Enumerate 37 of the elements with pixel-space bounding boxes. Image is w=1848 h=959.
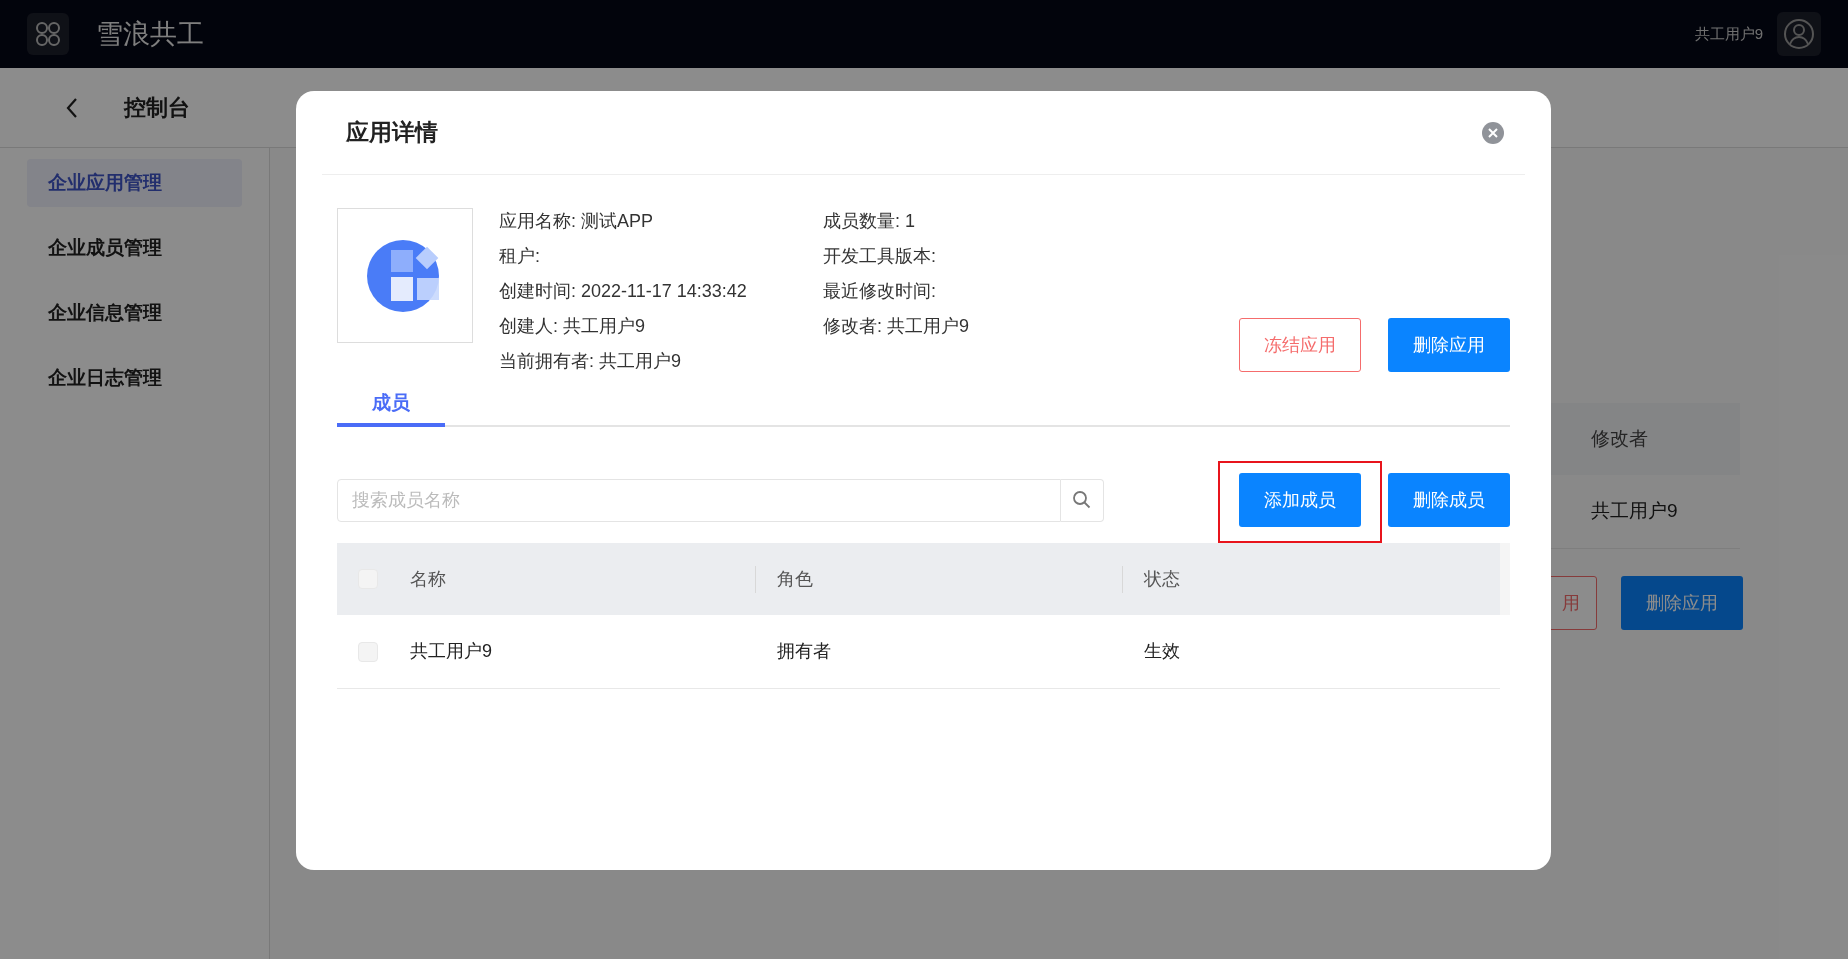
info-text: 创建时间: 2022-11-17 14:33:42 (499, 280, 748, 303)
table-cell-text: 共工用户9 (1591, 499, 1678, 524)
tab[interactable]: 成员 (337, 389, 445, 427)
search-field[interactable]: 搜索成员名称 (337, 478, 1061, 522)
sidebar-item[interactable]: 企业应用管理 (27, 159, 242, 207)
table-cell-text: 拥有者 (777, 640, 831, 663)
column-header: 状态 (1144, 567, 1180, 591)
brand-name: 雪浪共工 (96, 17, 204, 51)
page-title: 控制台 (124, 94, 190, 122)
info-text: 最近修改时间: (823, 280, 937, 303)
info-text: 当前拥有者: 共工用户9 (499, 350, 682, 373)
info-text: 租户: (499, 245, 541, 268)
sidebar-item[interactable]: 企业日志管理 (27, 354, 242, 402)
delete-member-button[interactable]: 删除成员 (1388, 473, 1510, 527)
info-text: 成员数量: 1 (823, 210, 916, 233)
delete-button[interactable]: 删除应用 (1621, 576, 1743, 630)
column-header: 修改者 (1591, 426, 1648, 451)
freeze-button[interactable]: 冻结应用 (1239, 318, 1361, 372)
delete-button[interactable]: 删除应用 (1388, 318, 1510, 372)
info-text: 应用名称: 测试APP (499, 210, 655, 233)
app-grid-logo-icon[interactable] (27, 13, 69, 55)
close-icon[interactable] (1481, 120, 1505, 145)
back-chevron-icon[interactable] (65, 96, 79, 119)
info-text: 创建人: 共工用户9 (499, 315, 646, 338)
avatar-icon[interactable] (1777, 12, 1821, 56)
search-icon[interactable] (1061, 478, 1104, 522)
dialog-title: 应用详情 (346, 118, 438, 148)
table-cell-text: 生效 (1144, 640, 1180, 663)
info-text: 开发工具版本: (823, 245, 937, 268)
column-header: 角色 (777, 567, 813, 591)
sidebar-item[interactable]: 企业成员管理 (27, 224, 242, 272)
table-cell-text: 共工用户9 (410, 640, 492, 663)
user-name[interactable]: 共工用户9 (1694, 22, 1763, 46)
column-header: 名称 (410, 567, 446, 591)
sidebar-item[interactable]: 企业信息管理 (27, 289, 242, 337)
add-member-button[interactable]: 添加成员 (1239, 473, 1361, 527)
info-text: 修改者: 共工用户9 (823, 315, 969, 338)
